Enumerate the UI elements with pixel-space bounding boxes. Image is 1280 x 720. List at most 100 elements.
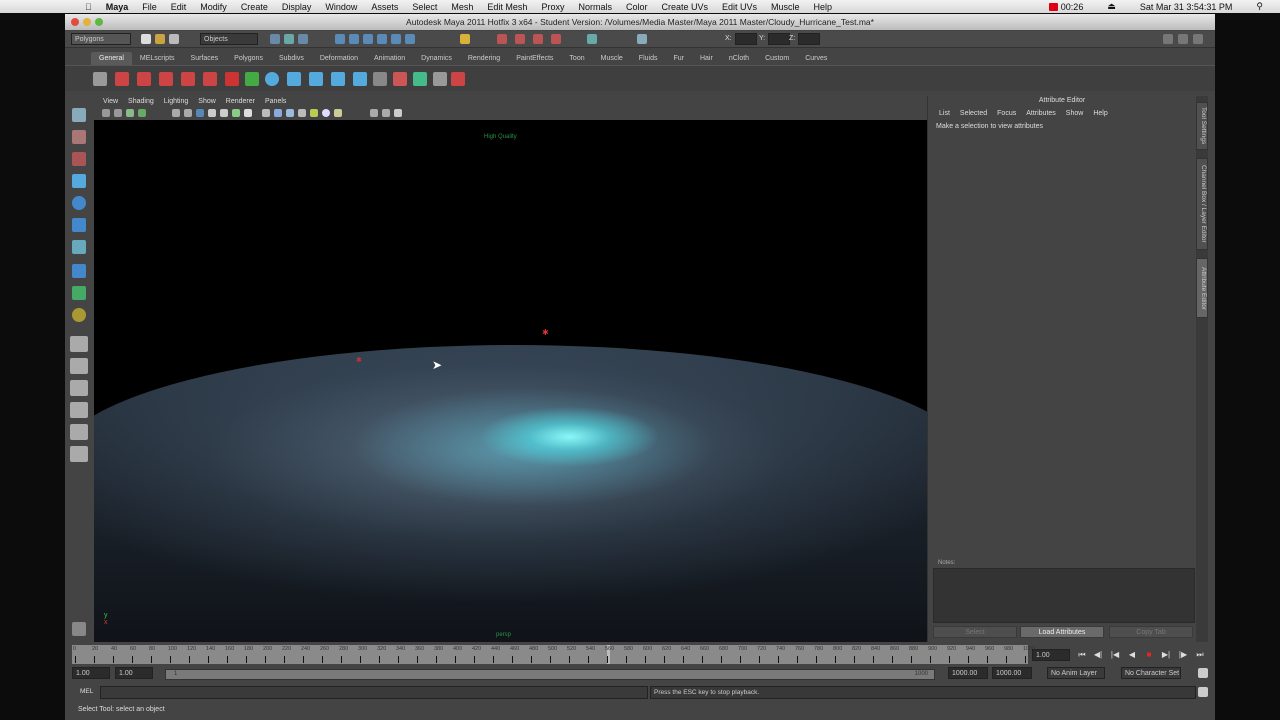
menu-select[interactable]: Select bbox=[405, 2, 444, 12]
select-object-icon[interactable] bbox=[284, 34, 294, 44]
locator-icon[interactable]: ✱ bbox=[356, 356, 362, 364]
tab-attribute-editor[interactable]: Attribute Editor bbox=[1196, 258, 1208, 318]
shelf-tab-general[interactable]: General bbox=[91, 52, 132, 65]
menu-color[interactable]: Color bbox=[619, 2, 655, 12]
show-attribute-editor-icon[interactable] bbox=[1163, 34, 1173, 44]
range-slider-end-marker[interactable]: 1000 bbox=[915, 671, 928, 677]
shelf-tool-icon[interactable] bbox=[93, 72, 107, 86]
lock-icon[interactable] bbox=[460, 34, 470, 44]
shelf-tab-subdivs[interactable]: Subdivs bbox=[271, 52, 312, 65]
go-to-end-button[interactable]: ⏭ bbox=[1193, 649, 1207, 661]
menu-edit-uvs[interactable]: Edit UVs bbox=[715, 2, 764, 12]
menu-modify[interactable]: Modify bbox=[193, 2, 234, 12]
render-settings-icon[interactable] bbox=[587, 34, 597, 44]
show-manipulator-icon[interactable] bbox=[72, 286, 86, 300]
render-frame-icon[interactable] bbox=[533, 34, 543, 44]
menu-edit[interactable]: Edit bbox=[164, 2, 194, 12]
shelf-tab-painteffects[interactable]: PaintEffects bbox=[508, 52, 561, 65]
shelf-tool-icon[interactable] bbox=[433, 72, 447, 86]
tab-channel-box-layer-editor[interactable]: Channel Box / Layer Editor bbox=[1196, 158, 1208, 250]
shelf-tool-icon[interactable] bbox=[451, 72, 465, 86]
shelf-tab-polygons[interactable]: Polygons bbox=[226, 52, 271, 65]
panel-menu-show[interactable]: Show bbox=[193, 96, 221, 108]
mel-label[interactable]: MEL bbox=[80, 688, 93, 695]
panel-menu-shading[interactable]: Shading bbox=[123, 96, 159, 108]
attr-menu-selected[interactable]: Selected bbox=[955, 108, 992, 119]
xray-joints-icon[interactable] bbox=[286, 109, 294, 117]
recording-indicator[interactable]: 00:26 bbox=[1042, 2, 1091, 12]
shelf-tool-icon[interactable] bbox=[331, 72, 345, 86]
attr-menu-list[interactable]: List bbox=[934, 108, 955, 119]
shelf-tab-dynamics[interactable]: Dynamics bbox=[413, 52, 460, 65]
play-backwards-button[interactable]: ◀ bbox=[1125, 649, 1139, 661]
layout-four-icon[interactable] bbox=[70, 358, 88, 374]
shelf-tool-icon[interactable] bbox=[393, 72, 407, 86]
shelf-tab-hair[interactable]: Hair bbox=[692, 52, 721, 65]
load-attributes-button[interactable]: Load Attributes bbox=[1020, 626, 1104, 638]
menu-mesh[interactable]: Mesh bbox=[444, 2, 480, 12]
menu-window[interactable]: Window bbox=[318, 2, 364, 12]
z-field[interactable] bbox=[798, 33, 820, 45]
snap-grid-icon[interactable] bbox=[335, 34, 345, 44]
construction-history-icon[interactable] bbox=[515, 34, 525, 44]
shelf-tool-icon[interactable] bbox=[159, 72, 173, 86]
new-scene-icon[interactable] bbox=[141, 34, 151, 44]
select-component-icon[interactable] bbox=[298, 34, 308, 44]
layout-single-icon[interactable] bbox=[70, 336, 88, 352]
menu-muscle[interactable]: Muscle bbox=[764, 2, 807, 12]
close-window-button[interactable] bbox=[71, 18, 79, 26]
select-button[interactable]: Select bbox=[933, 626, 1017, 638]
grid-icon[interactable] bbox=[172, 109, 180, 117]
character-set-dropdown[interactable]: No Character Set bbox=[1121, 667, 1181, 679]
notes-field[interactable] bbox=[933, 568, 1195, 623]
share-icon[interactable] bbox=[394, 109, 402, 117]
range-slider-start-marker[interactable]: 1 bbox=[174, 671, 177, 677]
zoom-window-button[interactable] bbox=[95, 18, 103, 26]
rotate-tool-icon[interactable] bbox=[72, 196, 86, 210]
playback-start-field[interactable]: 1.00 bbox=[115, 667, 153, 679]
image-plane-icon[interactable] bbox=[138, 109, 146, 117]
high-quality-icon[interactable] bbox=[298, 109, 306, 117]
start-time-field[interactable]: 1.00 bbox=[72, 667, 110, 679]
attr-menu-show[interactable]: Show bbox=[1061, 108, 1089, 119]
attr-menu-help[interactable]: Help bbox=[1088, 108, 1112, 119]
shelf-tab-custom[interactable]: Custom bbox=[757, 52, 797, 65]
shelf-tool-icon[interactable] bbox=[137, 72, 151, 86]
shelf-tab-animation[interactable]: Animation bbox=[366, 52, 413, 65]
layout-hypershade-icon[interactable] bbox=[70, 424, 88, 440]
shelf-tab-rendering[interactable]: Rendering bbox=[460, 52, 508, 65]
go-to-start-button[interactable]: ⏮ bbox=[1075, 649, 1089, 661]
lasso-tool-icon[interactable] bbox=[72, 130, 86, 144]
stop-button[interactable]: ■ bbox=[1142, 649, 1156, 661]
anim-layer-dropdown[interactable]: No Anim Layer bbox=[1047, 667, 1105, 679]
apple-icon[interactable]:  bbox=[78, 2, 99, 12]
select-tool-icon[interactable] bbox=[72, 108, 86, 122]
step-back-frame-button[interactable]: |◀ bbox=[1108, 649, 1122, 661]
scale-tool-icon[interactable] bbox=[72, 218, 86, 232]
soft-mod-tool-icon[interactable] bbox=[72, 264, 86, 278]
panel-menu-panels[interactable]: Panels bbox=[260, 96, 291, 108]
isolate-icon[interactable] bbox=[262, 109, 270, 117]
save-scene-icon[interactable] bbox=[169, 34, 179, 44]
shelf-tool-icon[interactable] bbox=[353, 72, 367, 86]
shelf-tab-melscripts[interactable]: MELscripts bbox=[132, 52, 183, 65]
menu-create-uvs[interactable]: Create UVs bbox=[654, 2, 715, 12]
menu-app[interactable]: Maya bbox=[99, 2, 136, 12]
ambient-occlusion-icon[interactable] bbox=[310, 109, 318, 117]
step-forward-frame-button[interactable]: ▶| bbox=[1159, 649, 1173, 661]
snap-view-icon[interactable] bbox=[405, 34, 415, 44]
selection-mode-field[interactable]: Objects bbox=[200, 33, 258, 45]
settings-icon[interactable] bbox=[72, 622, 86, 636]
lights-icon[interactable] bbox=[232, 109, 240, 117]
snap-surface-icon[interactable] bbox=[391, 34, 401, 44]
step-back-key-button[interactable]: ◀| bbox=[1091, 649, 1105, 661]
step-forward-key-button[interactable]: |▶ bbox=[1176, 649, 1190, 661]
clock[interactable]: Sat Mar 31 3:54:31 PM bbox=[1133, 2, 1240, 12]
shelf-tool-icon[interactable] bbox=[265, 72, 279, 86]
last-tool-icon[interactable] bbox=[72, 308, 86, 322]
animation-preferences-icon[interactable] bbox=[1198, 668, 1208, 678]
bookmark-icon[interactable] bbox=[126, 109, 134, 117]
menu-help[interactable]: Help bbox=[807, 2, 840, 12]
panel-menu-renderer[interactable]: Renderer bbox=[221, 96, 260, 108]
smooth-shade-icon[interactable] bbox=[208, 109, 216, 117]
